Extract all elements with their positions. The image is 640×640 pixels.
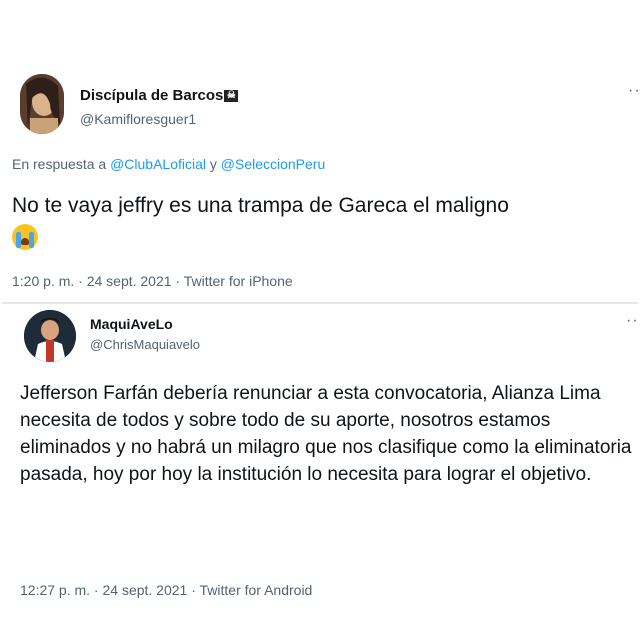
author-handle[interactable]: @ChrisMaquiavelo (90, 337, 200, 352)
author-name[interactable]: MaquiAveLo (90, 316, 173, 332)
loudly-crying-face-icon (12, 224, 38, 250)
author-name[interactable]: Discípula de Barcos ☠ (80, 87, 239, 104)
more-options-icon[interactable]: ··· (628, 82, 640, 100)
reply-prefix: En respuesta a (12, 156, 107, 172)
tweet-metadata[interactable]: 1:20 p. m. · 24 sept. 2021 · Twitter for… (12, 273, 293, 289)
tweet-text: No te vaya jeffry es una trampa de Garec… (12, 192, 632, 250)
author-handle[interactable]: @Kamifloresguer1 (80, 111, 196, 127)
tweet-metadata[interactable]: 12:27 p. m. · 24 sept. 2021 · Twitter fo… (20, 582, 312, 598)
reply-context: En respuesta a @ClubALoficial y @Selecci… (12, 156, 325, 172)
tweet-text: Jefferson Farfán debería renunciar a est… (20, 383, 632, 485)
quoted-tweet[interactable]: MaquiAveLo @ChrisMaquiavelo ··· Jefferso… (2, 302, 640, 638)
mention-link[interactable]: @SeleccionPeru (221, 156, 326, 172)
skull-crossbones-icon: ☠ (224, 90, 239, 103)
avatar[interactable] (20, 74, 64, 134)
more-options-icon[interactable]: ··· (626, 312, 640, 330)
author-name-text: Discípula de Barcos (80, 87, 224, 104)
reply-join: y (209, 156, 217, 172)
tweet-reply[interactable]: Discípula de Barcos☠ @Kamifloresguer1 ··… (0, 0, 640, 300)
mention-link[interactable]: @ClubALoficial (110, 156, 206, 172)
tweet-text-content: No te vaya jeffry es una trampa de Garec… (12, 194, 509, 217)
avatar[interactable] (24, 310, 76, 362)
